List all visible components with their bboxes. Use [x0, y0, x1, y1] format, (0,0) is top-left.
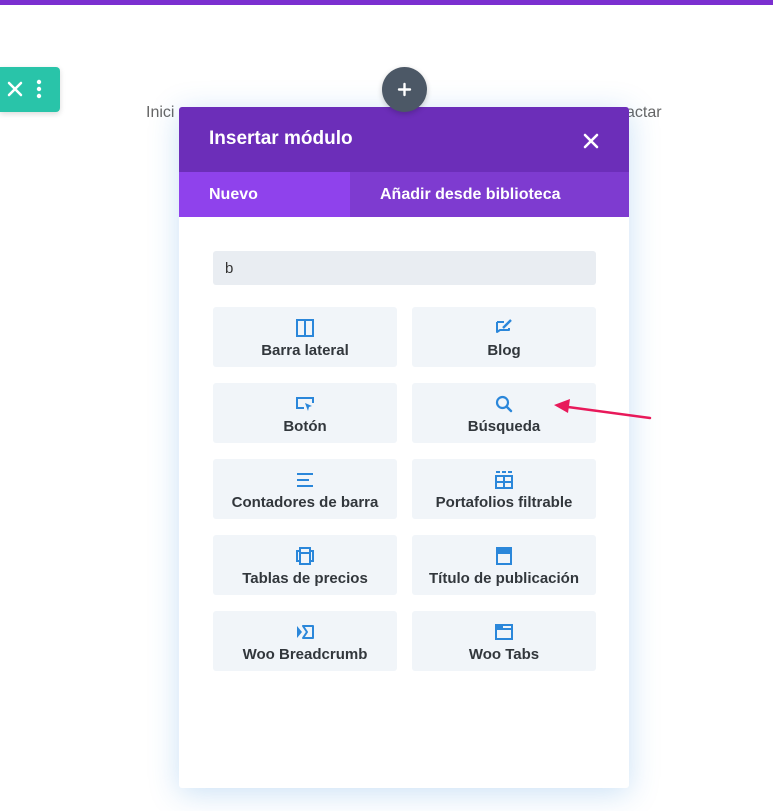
top-accent-bar: [0, 0, 773, 5]
bar-counters-icon: [295, 470, 315, 490]
annotation-arrow: [554, 399, 652, 420]
module-post-title[interactable]: Título de publicación: [412, 535, 596, 595]
row-controls: [0, 67, 60, 112]
tab-add-from-library[interactable]: Añadir desde biblioteca: [350, 172, 591, 217]
add-module-button[interactable]: [382, 67, 427, 112]
close-icon[interactable]: [4, 78, 26, 100]
background-menu-text-right: actar: [626, 104, 662, 121]
background-menu-text-left: Inici: [146, 104, 175, 121]
module-label: Portafolios filtrable: [435, 494, 573, 511]
module-label: Woo Tabs: [468, 646, 540, 663]
pricing-tables-icon: [295, 546, 315, 566]
module-label: Woo Breadcrumb: [242, 646, 368, 663]
filterable-portfolio-icon: [494, 470, 514, 490]
module-label: Título de publicación: [429, 570, 579, 587]
module-woo-breadcrumb[interactable]: Woo Breadcrumb: [213, 611, 397, 671]
breadcrumb-icon: [295, 622, 315, 642]
close-icon[interactable]: [581, 131, 601, 151]
sidebar-icon: [295, 318, 315, 338]
module-woo-tabs[interactable]: Woo Tabs: [412, 611, 596, 671]
modal-header: Insertar módulo: [179, 107, 629, 172]
module-blog[interactable]: Blog: [412, 307, 596, 367]
module-filterable-portfolio[interactable]: Portafolios filtrable: [412, 459, 596, 519]
module-search-input[interactable]: [213, 251, 596, 285]
post-title-icon: [494, 546, 514, 566]
module-label: Blog: [487, 342, 521, 359]
module-label: Tablas de precios: [242, 570, 368, 587]
insert-module-modal: Insertar módulo Nuevo módulo Añadir desd…: [179, 107, 629, 788]
button-icon: [295, 394, 315, 414]
module-label: Contadores de barra: [231, 494, 379, 511]
plus-icon: [397, 82, 412, 97]
module-bar-counters[interactable]: Contadores de barra: [213, 459, 397, 519]
modal-title: Insertar módulo: [209, 128, 353, 149]
module-grid: Barra lateral Blog Botón Búsqueda Contad…: [213, 307, 596, 671]
module-sidebar[interactable]: Barra lateral: [213, 307, 397, 367]
search-icon: [494, 394, 514, 414]
module-label: Botón: [283, 418, 327, 435]
blog-icon: [494, 318, 514, 338]
modal-tabs: Nuevo módulo Añadir desde biblioteca: [179, 172, 629, 248]
tabs-icon: [494, 622, 514, 642]
more-options-icon[interactable]: [28, 78, 50, 100]
module-label: Barra lateral: [261, 342, 349, 359]
module-button[interactable]: Botón: [213, 383, 397, 443]
module-pricing-tables[interactable]: Tablas de precios: [213, 535, 397, 595]
tab-new-module[interactable]: Nuevo módulo: [179, 172, 350, 248]
